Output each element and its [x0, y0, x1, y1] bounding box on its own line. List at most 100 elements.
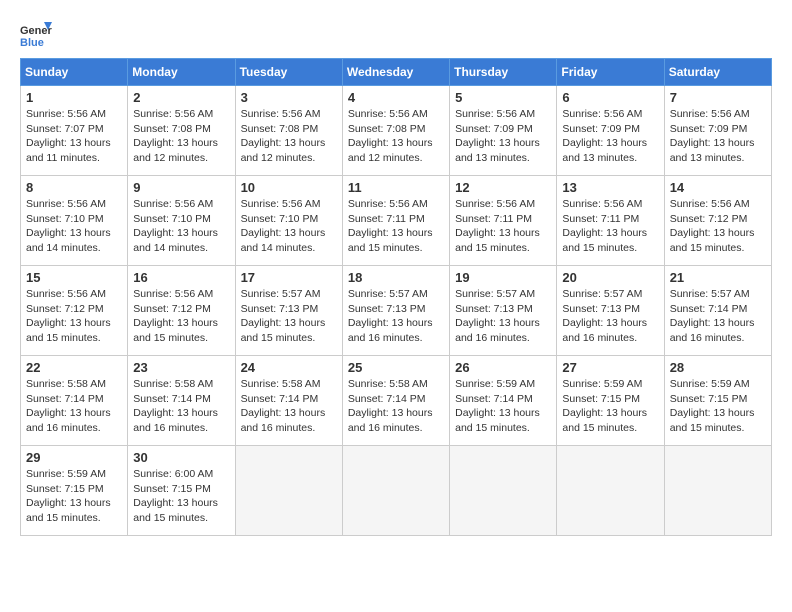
day-info: Sunrise: 5:59 AM Sunset: 7:15 PM Dayligh… — [670, 377, 766, 436]
calendar-header-row: SundayMondayTuesdayWednesdayThursdayFrid… — [21, 59, 772, 86]
day-number: 13 — [562, 180, 658, 195]
day-info: Sunrise: 5:56 AM Sunset: 7:10 PM Dayligh… — [26, 197, 122, 256]
day-number: 15 — [26, 270, 122, 285]
day-info: Sunrise: 5:56 AM Sunset: 7:09 PM Dayligh… — [455, 107, 551, 166]
day-info: Sunrise: 5:56 AM Sunset: 7:12 PM Dayligh… — [670, 197, 766, 256]
calendar-week-row: 8 Sunrise: 5:56 AM Sunset: 7:10 PM Dayli… — [21, 176, 772, 266]
weekday-header: Saturday — [664, 59, 771, 86]
day-cell: 7 Sunrise: 5:56 AM Sunset: 7:09 PM Dayli… — [664, 86, 771, 176]
day-info: Sunrise: 5:56 AM Sunset: 7:08 PM Dayligh… — [348, 107, 444, 166]
empty-day-cell — [450, 446, 557, 536]
day-cell: 6 Sunrise: 5:56 AM Sunset: 7:09 PM Dayli… — [557, 86, 664, 176]
day-info: Sunrise: 5:56 AM Sunset: 7:07 PM Dayligh… — [26, 107, 122, 166]
day-number: 16 — [133, 270, 229, 285]
day-info: Sunrise: 5:59 AM Sunset: 7:15 PM Dayligh… — [562, 377, 658, 436]
empty-day-cell — [664, 446, 771, 536]
day-cell: 10 Sunrise: 5:56 AM Sunset: 7:10 PM Dayl… — [235, 176, 342, 266]
day-cell: 11 Sunrise: 5:56 AM Sunset: 7:11 PM Dayl… — [342, 176, 449, 266]
weekday-header: Friday — [557, 59, 664, 86]
day-number: 26 — [455, 360, 551, 375]
day-info: Sunrise: 5:57 AM Sunset: 7:14 PM Dayligh… — [670, 287, 766, 346]
weekday-header: Tuesday — [235, 59, 342, 86]
day-cell: 3 Sunrise: 5:56 AM Sunset: 7:08 PM Dayli… — [235, 86, 342, 176]
logo: General Blue — [20, 20, 52, 48]
day-info: Sunrise: 5:56 AM Sunset: 7:12 PM Dayligh… — [26, 287, 122, 346]
day-cell: 26 Sunrise: 5:59 AM Sunset: 7:14 PM Dayl… — [450, 356, 557, 446]
weekday-header: Monday — [128, 59, 235, 86]
empty-day-cell — [342, 446, 449, 536]
day-info: Sunrise: 5:58 AM Sunset: 7:14 PM Dayligh… — [241, 377, 337, 436]
day-info: Sunrise: 5:57 AM Sunset: 7:13 PM Dayligh… — [455, 287, 551, 346]
day-number: 8 — [26, 180, 122, 195]
day-number: 5 — [455, 90, 551, 105]
calendar-table: SundayMondayTuesdayWednesdayThursdayFrid… — [20, 58, 772, 536]
day-cell: 20 Sunrise: 5:57 AM Sunset: 7:13 PM Dayl… — [557, 266, 664, 356]
weekday-header: Thursday — [450, 59, 557, 86]
day-number: 10 — [241, 180, 337, 195]
day-cell: 5 Sunrise: 5:56 AM Sunset: 7:09 PM Dayli… — [450, 86, 557, 176]
day-info: Sunrise: 5:58 AM Sunset: 7:14 PM Dayligh… — [26, 377, 122, 436]
day-info: Sunrise: 5:59 AM Sunset: 7:14 PM Dayligh… — [455, 377, 551, 436]
day-cell: 25 Sunrise: 5:58 AM Sunset: 7:14 PM Dayl… — [342, 356, 449, 446]
day-number: 22 — [26, 360, 122, 375]
calendar-week-row: 15 Sunrise: 5:56 AM Sunset: 7:12 PM Dayl… — [21, 266, 772, 356]
day-info: Sunrise: 5:57 AM Sunset: 7:13 PM Dayligh… — [348, 287, 444, 346]
day-number: 3 — [241, 90, 337, 105]
day-cell: 13 Sunrise: 5:56 AM Sunset: 7:11 PM Dayl… — [557, 176, 664, 266]
day-number: 14 — [670, 180, 766, 195]
day-number: 18 — [348, 270, 444, 285]
day-info: Sunrise: 5:56 AM Sunset: 7:09 PM Dayligh… — [670, 107, 766, 166]
day-number: 4 — [348, 90, 444, 105]
day-number: 19 — [455, 270, 551, 285]
empty-day-cell — [557, 446, 664, 536]
day-cell: 17 Sunrise: 5:57 AM Sunset: 7:13 PM Dayl… — [235, 266, 342, 356]
day-number: 1 — [26, 90, 122, 105]
calendar-week-row: 22 Sunrise: 5:58 AM Sunset: 7:14 PM Dayl… — [21, 356, 772, 446]
day-number: 30 — [133, 450, 229, 465]
day-info: Sunrise: 5:58 AM Sunset: 7:14 PM Dayligh… — [348, 377, 444, 436]
day-info: Sunrise: 5:56 AM Sunset: 7:10 PM Dayligh… — [241, 197, 337, 256]
day-info: Sunrise: 5:56 AM Sunset: 7:10 PM Dayligh… — [133, 197, 229, 256]
empty-day-cell — [235, 446, 342, 536]
day-info: Sunrise: 5:56 AM Sunset: 7:12 PM Dayligh… — [133, 287, 229, 346]
day-number: 24 — [241, 360, 337, 375]
day-info: Sunrise: 5:56 AM Sunset: 7:11 PM Dayligh… — [348, 197, 444, 256]
svg-text:Blue: Blue — [20, 37, 44, 48]
day-cell: 30 Sunrise: 6:00 AM Sunset: 7:15 PM Dayl… — [128, 446, 235, 536]
logo-icon: General Blue — [20, 20, 52, 48]
day-number: 6 — [562, 90, 658, 105]
day-cell: 28 Sunrise: 5:59 AM Sunset: 7:15 PM Dayl… — [664, 356, 771, 446]
day-info: Sunrise: 5:56 AM Sunset: 7:11 PM Dayligh… — [455, 197, 551, 256]
day-number: 25 — [348, 360, 444, 375]
day-info: Sunrise: 5:56 AM Sunset: 7:09 PM Dayligh… — [562, 107, 658, 166]
day-cell: 12 Sunrise: 5:56 AM Sunset: 7:11 PM Dayl… — [450, 176, 557, 266]
day-cell: 19 Sunrise: 5:57 AM Sunset: 7:13 PM Dayl… — [450, 266, 557, 356]
day-cell: 9 Sunrise: 5:56 AM Sunset: 7:10 PM Dayli… — [128, 176, 235, 266]
day-number: 21 — [670, 270, 766, 285]
day-number: 11 — [348, 180, 444, 195]
day-number: 2 — [133, 90, 229, 105]
day-number: 9 — [133, 180, 229, 195]
day-cell: 14 Sunrise: 5:56 AM Sunset: 7:12 PM Dayl… — [664, 176, 771, 266]
day-info: Sunrise: 5:57 AM Sunset: 7:13 PM Dayligh… — [241, 287, 337, 346]
day-cell: 2 Sunrise: 5:56 AM Sunset: 7:08 PM Dayli… — [128, 86, 235, 176]
day-info: Sunrise: 5:59 AM Sunset: 7:15 PM Dayligh… — [26, 467, 122, 526]
day-cell: 4 Sunrise: 5:56 AM Sunset: 7:08 PM Dayli… — [342, 86, 449, 176]
day-cell: 29 Sunrise: 5:59 AM Sunset: 7:15 PM Dayl… — [21, 446, 128, 536]
day-number: 28 — [670, 360, 766, 375]
day-cell: 24 Sunrise: 5:58 AM Sunset: 7:14 PM Dayl… — [235, 356, 342, 446]
weekday-header: Sunday — [21, 59, 128, 86]
calendar-week-row: 1 Sunrise: 5:56 AM Sunset: 7:07 PM Dayli… — [21, 86, 772, 176]
calendar-week-row: 29 Sunrise: 5:59 AM Sunset: 7:15 PM Dayl… — [21, 446, 772, 536]
day-cell: 21 Sunrise: 5:57 AM Sunset: 7:14 PM Dayl… — [664, 266, 771, 356]
day-number: 23 — [133, 360, 229, 375]
day-number: 7 — [670, 90, 766, 105]
day-number: 17 — [241, 270, 337, 285]
page-header: General Blue — [20, 20, 772, 48]
weekday-header: Wednesday — [342, 59, 449, 86]
day-number: 12 — [455, 180, 551, 195]
day-cell: 18 Sunrise: 5:57 AM Sunset: 7:13 PM Dayl… — [342, 266, 449, 356]
day-cell: 16 Sunrise: 5:56 AM Sunset: 7:12 PM Dayl… — [128, 266, 235, 356]
day-cell: 1 Sunrise: 5:56 AM Sunset: 7:07 PM Dayli… — [21, 86, 128, 176]
day-cell: 8 Sunrise: 5:56 AM Sunset: 7:10 PM Dayli… — [21, 176, 128, 266]
